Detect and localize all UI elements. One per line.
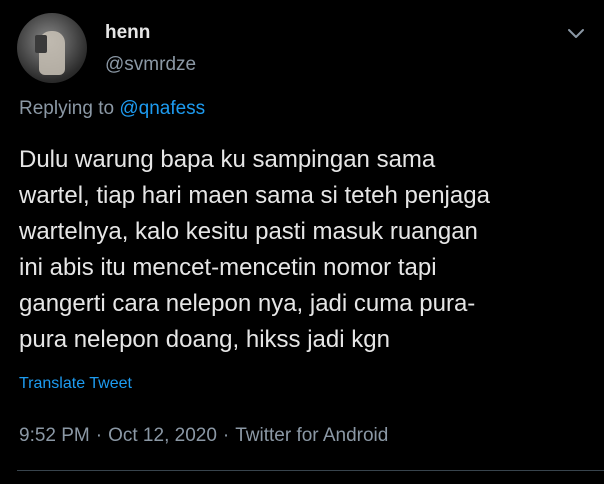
tweet-text: Dulu warung bapa ku sampingan sama warte… — [19, 146, 490, 353]
reply-mention-link[interactable]: @qnafess — [119, 98, 205, 119]
tweet-card: henn @svmrdze Replying to @qnafess Dulu … — [0, 0, 604, 484]
replying-to-line: Replying to @qnafess — [19, 98, 205, 120]
meta-separator: · — [95, 425, 103, 446]
display-name[interactable]: henn — [105, 22, 150, 44]
replying-to-label: Replying to — [19, 98, 115, 119]
divider — [17, 470, 604, 471]
tweet-source[interactable]: Twitter for Android — [235, 425, 388, 446]
chevron-down-icon[interactable] — [566, 26, 586, 42]
user-handle[interactable]: @svmrdze — [105, 54, 196, 76]
tweet-meta: 9:52 PM · Oct 12, 2020 · Twitter for Android — [19, 425, 388, 447]
tweet-date[interactable]: Oct 12, 2020 — [108, 425, 217, 446]
avatar[interactable] — [17, 13, 87, 83]
meta-separator: · — [222, 425, 230, 446]
translate-tweet-link[interactable]: Translate Tweet — [19, 375, 132, 393]
avatar-phone — [35, 35, 47, 53]
tweet-time[interactable]: 9:52 PM — [19, 425, 90, 446]
